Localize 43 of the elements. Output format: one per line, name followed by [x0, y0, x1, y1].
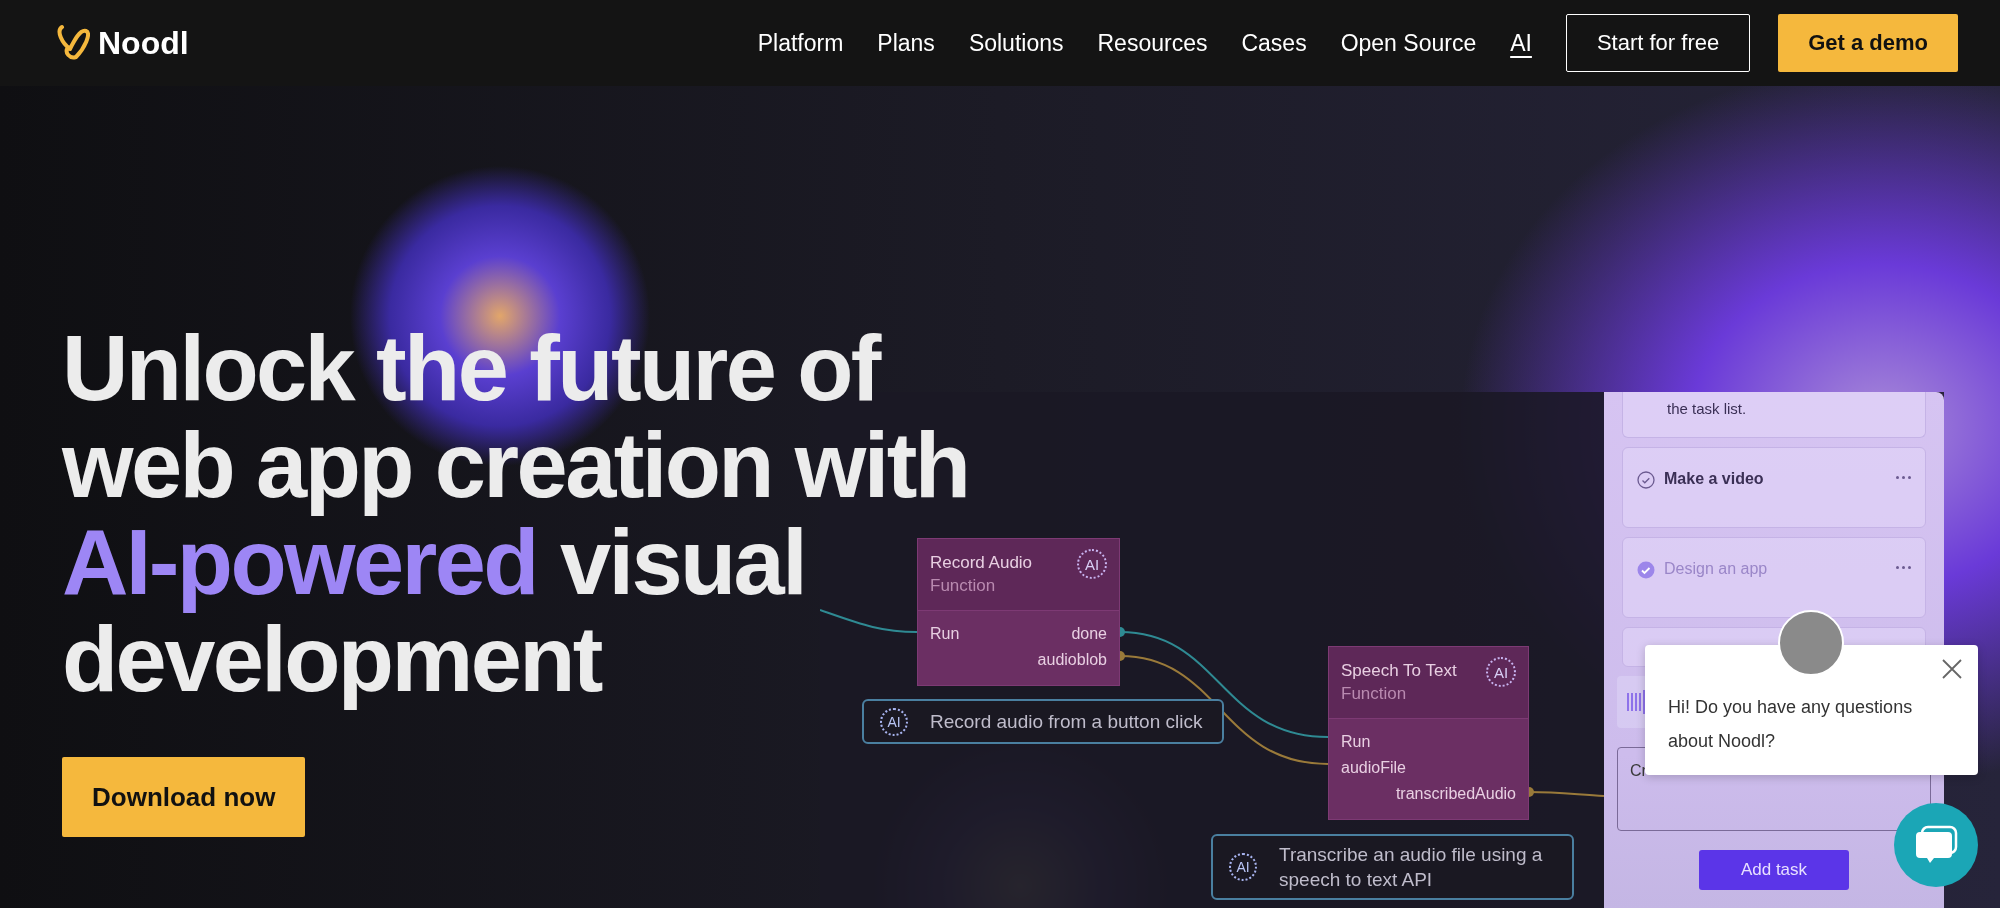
nav-link[interactable]: Cases: [1241, 29, 1307, 57]
node-subtitle: Function: [1341, 684, 1407, 704]
ai-badge: AI: [880, 707, 908, 736]
headline-line: development: [62, 612, 601, 709]
task-card[interactable]: Make a video: [1622, 447, 1926, 528]
nav-link[interactable]: Open Source: [1340, 29, 1477, 57]
nav-link[interactable]: Resources: [1097, 29, 1208, 57]
start-button[interactable]: Start for free: [1565, 14, 1751, 72]
nav-link[interactable]: Platform: [757, 29, 844, 57]
function-node[interactable]: Record Audio Function AI Run done audioblob: [917, 538, 1120, 686]
function-node[interactable]: Speech To Text Function AI Run audioFile transcribedAudio: [1328, 646, 1529, 820]
node-title: Speech To Text: [1341, 661, 1457, 681]
chat-bubble-icon: [1914, 825, 1958, 865]
input-port-label: Run: [930, 625, 960, 643]
comment-text: Transcribe an audio file using a speech to text API: [1279, 843, 1544, 892]
add-task-button[interactable]: Add task: [1699, 850, 1849, 890]
input-port-label: audioFile: [1341, 759, 1406, 777]
task-note-text: the task list.: [1667, 400, 1747, 417]
output-port-label: audioblob: [1037, 651, 1107, 669]
waveform-icon[interactable]: [1627, 688, 1645, 716]
comment-text: Record audio from a button click: [930, 710, 1203, 734]
close-button[interactable]: [1940, 657, 1964, 681]
logo-text[interactable]: Noodl: [98, 24, 189, 62]
checkbox-icon[interactable]: [1637, 561, 1655, 579]
close-icon: [1940, 657, 1964, 681]
download-button[interactable]: Download now: [62, 757, 306, 837]
headline-line: AI-powered visual: [62, 515, 806, 612]
node-title: Record Audio: [930, 553, 1033, 573]
task-title: Make a video: [1664, 470, 1764, 488]
node-subtitle: Function: [930, 576, 996, 596]
headline-line: web app creation with: [62, 418, 969, 515]
input-port-label: Run: [1341, 733, 1371, 751]
nav-link[interactable]: AI: [1510, 29, 1532, 57]
ai-badge: AI: [1229, 853, 1257, 881]
output-port-label: transcribedAudio: [1395, 785, 1516, 803]
nav-link[interactable]: Plans: [877, 29, 935, 57]
task-title: Design an app: [1664, 560, 1768, 578]
ai-badge: AI: [1077, 549, 1107, 579]
nav-link[interactable]: Solutions: [968, 29, 1064, 57]
output-port-label: done: [1071, 625, 1107, 643]
ai-badge: AI: [1486, 657, 1516, 687]
checkbox-icon[interactable]: [1637, 471, 1655, 489]
demo-button[interactable]: Get a demo: [1778, 14, 1958, 72]
